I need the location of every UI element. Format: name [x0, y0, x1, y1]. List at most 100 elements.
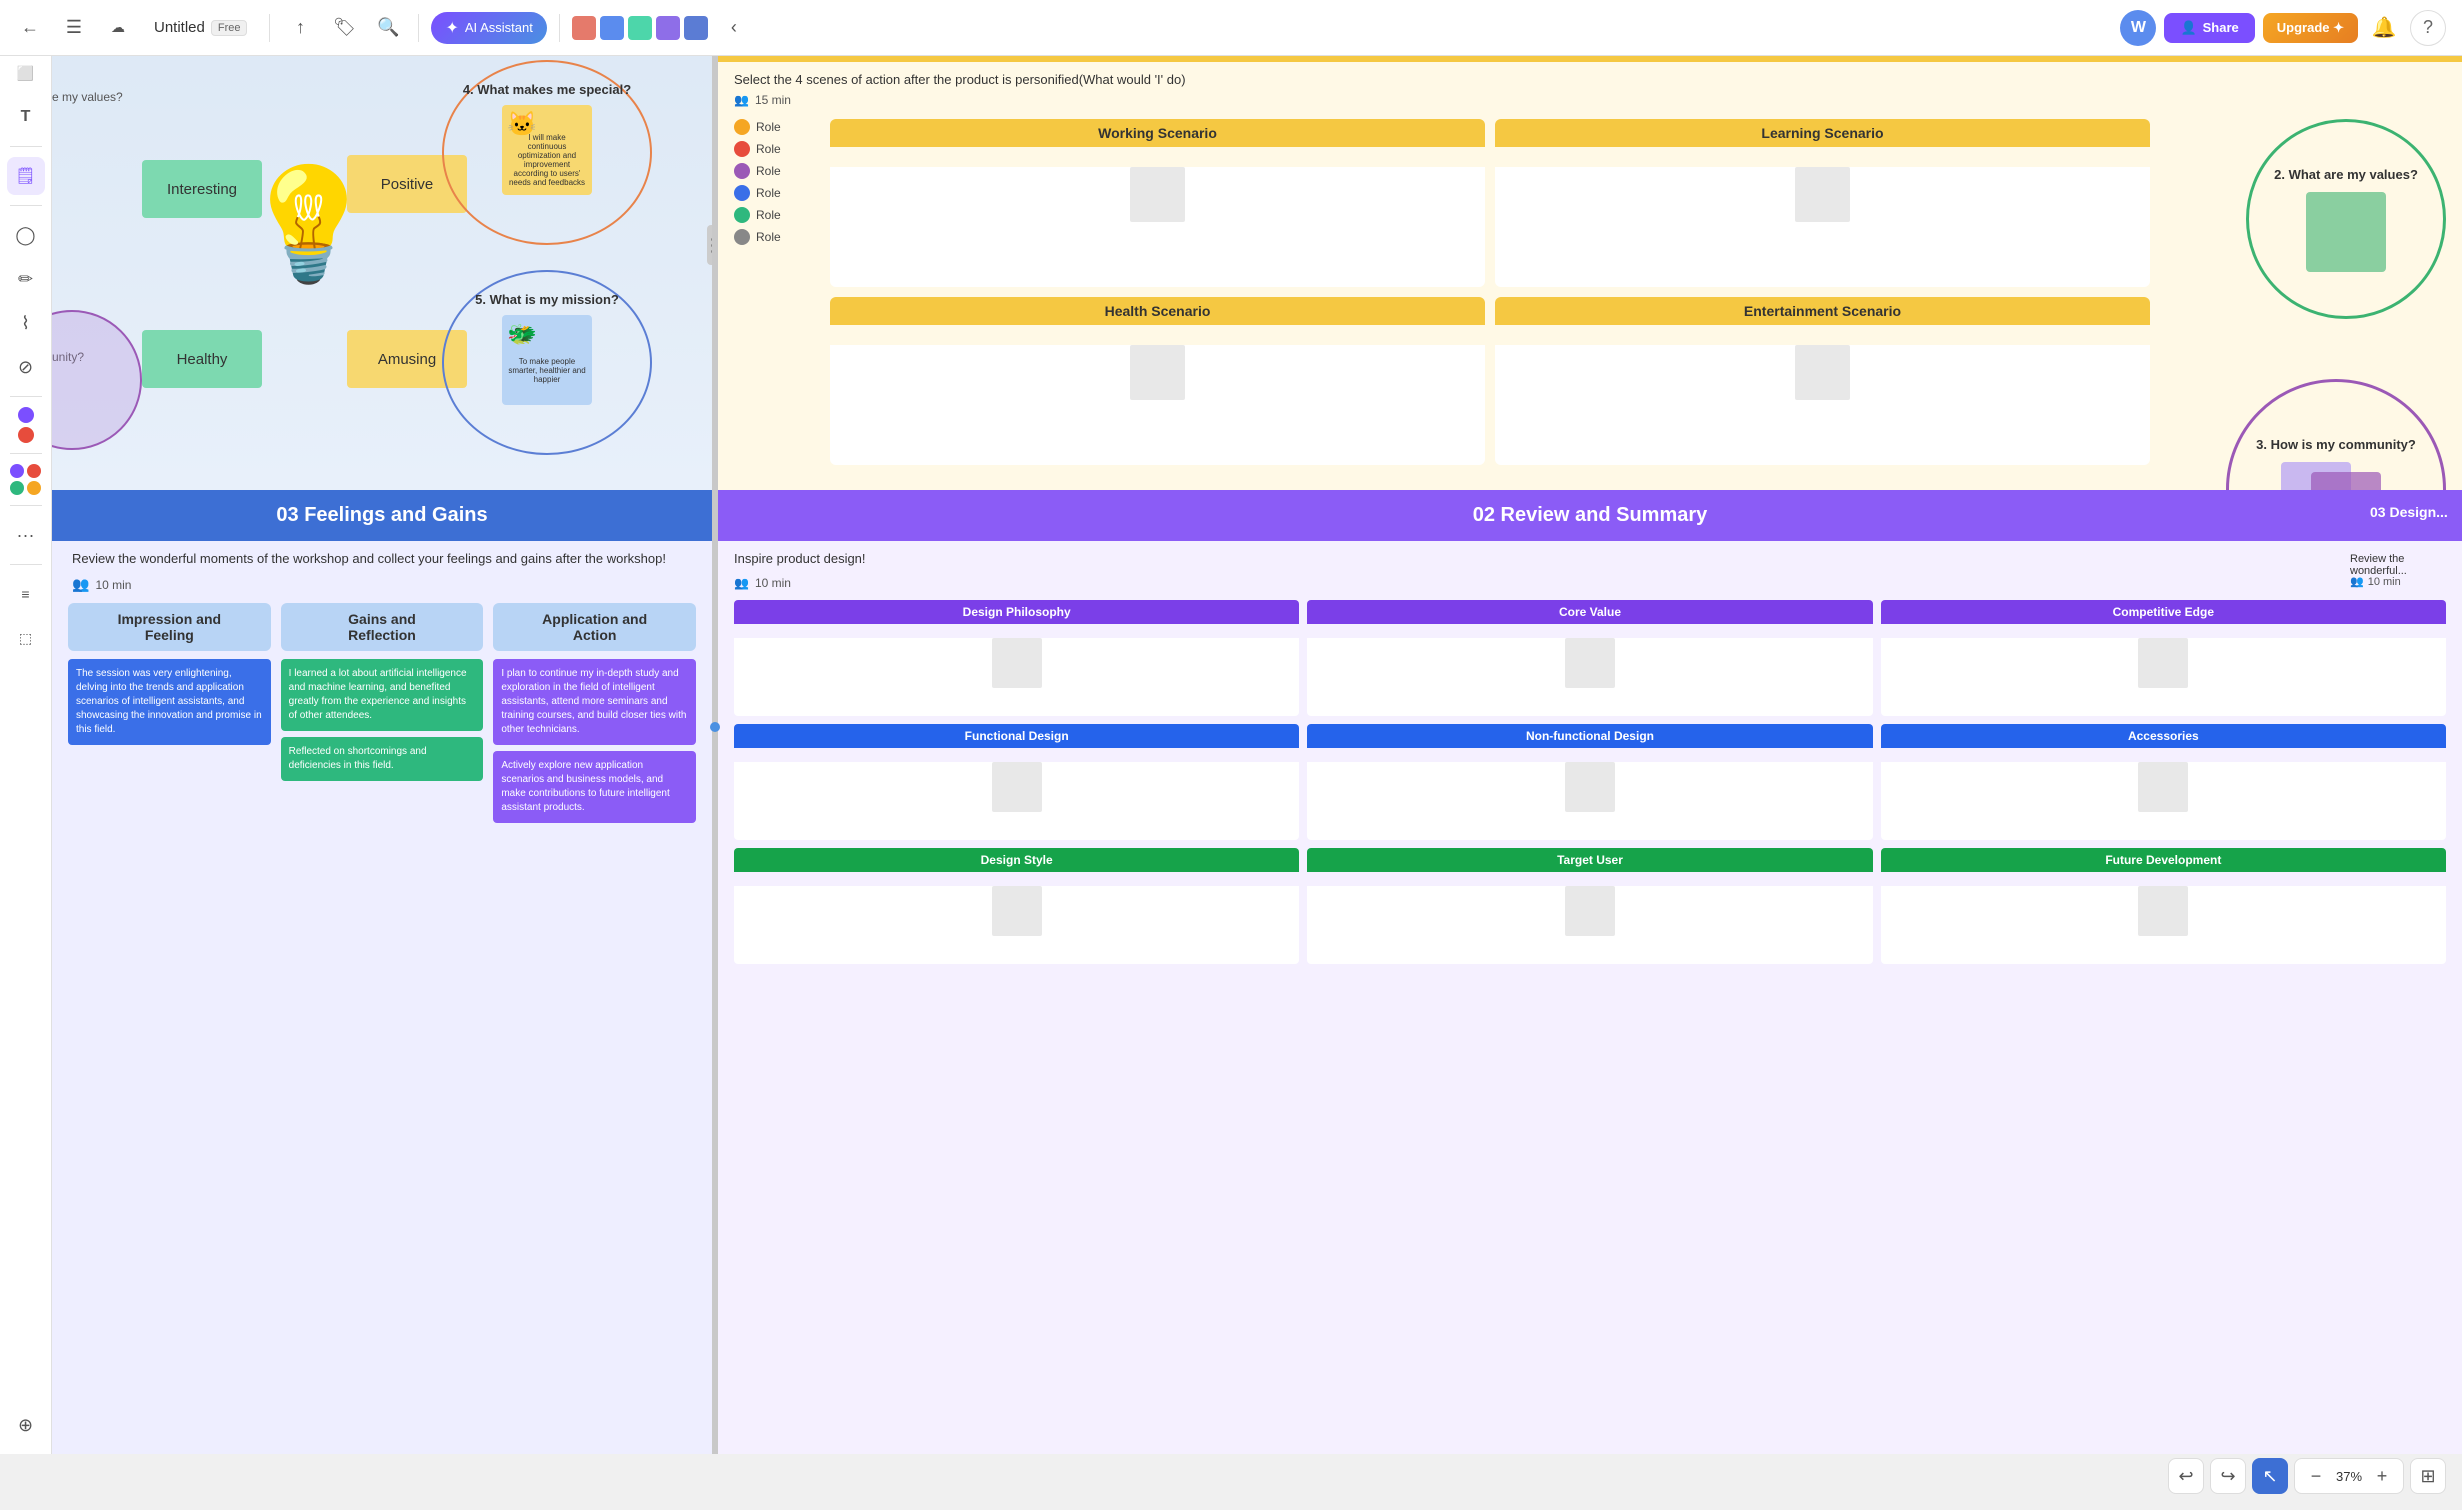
tools-divider-3 [10, 396, 42, 397]
bubble-mission[interactable]: 5. What is my mission? 🐲 To make people … [442, 270, 652, 455]
tool-text[interactable]: T [7, 98, 45, 136]
learning-scenario-body[interactable] [1495, 167, 2150, 287]
working-scenario-card[interactable]: Working Scenario [830, 119, 1485, 287]
tool-connector[interactable]: ⌇ [7, 304, 45, 342]
working-scenario-body[interactable] [830, 167, 1485, 287]
tool-pen[interactable]: ✏ [7, 260, 45, 298]
color-swatch-red[interactable] [18, 427, 34, 443]
core-value-body[interactable] [1307, 638, 1872, 716]
review-card-accessories[interactable]: Accessories [1881, 724, 2446, 840]
chevron-left-button[interactable]: ‹ [716, 10, 752, 46]
redo-button[interactable]: ↪ [2210, 1458, 2246, 1494]
tool-frame[interactable]: ⬜ [7, 54, 45, 92]
functional-design-note [992, 762, 1042, 812]
color-dot-red[interactable] [27, 464, 41, 478]
ai-icon: ✦ [445, 18, 458, 38]
panel-divider[interactable] [712, 0, 718, 1454]
mission-sticky-note[interactable]: 🐲 To make people smarter, healthier and … [502, 315, 592, 405]
review-card-design-philosophy[interactable]: Design Philosophy [734, 600, 1299, 716]
connector-icon: ⌇ [21, 313, 30, 334]
tool-layers[interactable]: ≡ [7, 575, 45, 613]
non-functional-body[interactable] [1307, 762, 1872, 840]
user-avatar[interactable]: W [2120, 10, 2156, 46]
review-card-functional-design[interactable]: Functional Design [734, 724, 1299, 840]
entertainment-scenario-body[interactable] [1495, 345, 2150, 465]
entertainment-scenario-card[interactable]: Entertainment Scenario [1495, 297, 2150, 465]
canvas-resize-handle[interactable] [707, 225, 712, 265]
ai-assistant-button[interactable]: ✦ AI Assistant [431, 12, 546, 44]
sticky-healthy[interactable]: Healthy [142, 330, 262, 388]
competitive-edge-body[interactable] [1881, 638, 2446, 716]
back-button[interactable]: ← [12, 10, 48, 46]
color-pill-indigo[interactable] [684, 16, 708, 40]
review-prompt: Inspire product design! [718, 541, 2462, 576]
color-dot-purple[interactable] [10, 464, 24, 478]
scenario-grid: Working Scenario Learning Scenario [830, 119, 2150, 465]
design-philosophy-body[interactable] [734, 638, 1299, 716]
toolbar-left: ← ☰ ☁ Untitled Free ↑ 🏷 🔍 ✦ AI Assistant [0, 10, 764, 46]
left-top-section[interactable]: e my values? unity? Interesting Positive… [52, 0, 712, 490]
title-area[interactable]: Untitled Free [144, 15, 257, 40]
zoom-out-button[interactable]: − [2303, 1463, 2329, 1489]
color-swatch-purple[interactable] [18, 407, 34, 423]
upgrade-button[interactable]: Upgrade ✦ [2263, 13, 2358, 43]
tool-export-frame[interactable]: ⬚ [7, 619, 45, 657]
role-label-3: Role [756, 164, 781, 178]
export-button[interactable]: ↑ [282, 10, 318, 46]
map-button[interactable]: ⊞ [2410, 1458, 2446, 1494]
application-note-1[interactable]: I plan to continue my in-depth study and… [493, 659, 696, 745]
impression-note[interactable]: The session was very enlightening, delvi… [68, 659, 271, 745]
color-dot-green[interactable] [10, 481, 24, 495]
tag-button[interactable]: 🏷 [326, 10, 362, 46]
future-development-body[interactable] [1881, 886, 2446, 964]
review-card-non-functional[interactable]: Non-functional Design [1307, 724, 1872, 840]
special-sticky-note[interactable]: 🐱 I will make continuous optimization an… [502, 105, 592, 195]
review-card-target-user[interactable]: Target User [1307, 848, 1872, 964]
tool-more[interactable]: ··· [7, 516, 45, 554]
search-button[interactable]: 🔍 [370, 10, 406, 46]
share-label: Share [2203, 20, 2239, 35]
health-scenario-card[interactable]: Health Scenario [830, 297, 1485, 465]
functional-design-body[interactable] [734, 762, 1299, 840]
partial-timer-right: 👥 10 min [2342, 575, 2462, 588]
tool-sticky[interactable]: 🗒 [7, 157, 45, 195]
feelings-columns: Impression andFeeling The session was ve… [52, 603, 712, 823]
undo-button[interactable]: ↩ [2168, 1458, 2204, 1494]
target-user-body[interactable] [1307, 886, 1872, 964]
chevron-left-icon: ‹ [731, 17, 737, 38]
color-pill-blue[interactable] [600, 16, 624, 40]
feelings-header: 03 Feelings and Gains [52, 490, 712, 541]
zoom-in-button[interactable]: + [2369, 1463, 2395, 1489]
share-button[interactable]: 👤 Share [2164, 13, 2254, 43]
cursor-tool-button[interactable]: ↖ [2252, 1458, 2288, 1494]
design-style-body[interactable] [734, 886, 1299, 964]
learning-scenario-card[interactable]: Learning Scenario [1495, 119, 2150, 287]
help-button[interactable]: ? [2410, 10, 2446, 46]
shapes-icon: ◯ [15, 225, 35, 246]
color-pill-teal[interactable] [628, 16, 652, 40]
bubble-what-makes-special[interactable]: 4. What makes me special? 🐱 I will make … [442, 60, 652, 245]
add-frame-icon: ⊕ [18, 1415, 33, 1436]
values-bubble-1[interactable]: 2. What are my values? [2246, 119, 2446, 319]
health-scenario-body[interactable] [830, 345, 1485, 465]
accessories-body[interactable] [1881, 762, 2446, 840]
bubble-label-mission: 5. What is my mission? [475, 292, 619, 307]
tool-shapes[interactable]: ◯ [7, 216, 45, 254]
menu-button[interactable]: ☰ [56, 10, 92, 46]
color-dot-orange[interactable] [27, 481, 41, 495]
color-pill-purple[interactable] [656, 16, 680, 40]
review-card-core-value[interactable]: Core Value [1307, 600, 1872, 716]
cloud-button[interactable]: ☁ [100, 10, 136, 46]
scenario-prompt: Select the 4 scenes of action after the … [734, 72, 1334, 87]
gains-note-2[interactable]: Reflected on shortcomings and deficienci… [281, 737, 484, 781]
bubble-community[interactable] [52, 310, 142, 450]
notification-button[interactable]: 🔔 [2366, 10, 2402, 46]
color-pill-red[interactable] [572, 16, 596, 40]
review-card-future-development[interactable]: Future Development [1881, 848, 2446, 964]
add-frame-button[interactable]: ⊕ [7, 1406, 45, 1444]
review-card-design-style[interactable]: Design Style [734, 848, 1299, 964]
review-card-competitive-edge[interactable]: Competitive Edge [1881, 600, 2446, 716]
tool-eraser[interactable]: ⊘ [7, 348, 45, 386]
gains-note-1[interactable]: I learned a lot about artificial intelli… [281, 659, 484, 731]
application-note-2[interactable]: Actively explore new application scenari… [493, 751, 696, 823]
